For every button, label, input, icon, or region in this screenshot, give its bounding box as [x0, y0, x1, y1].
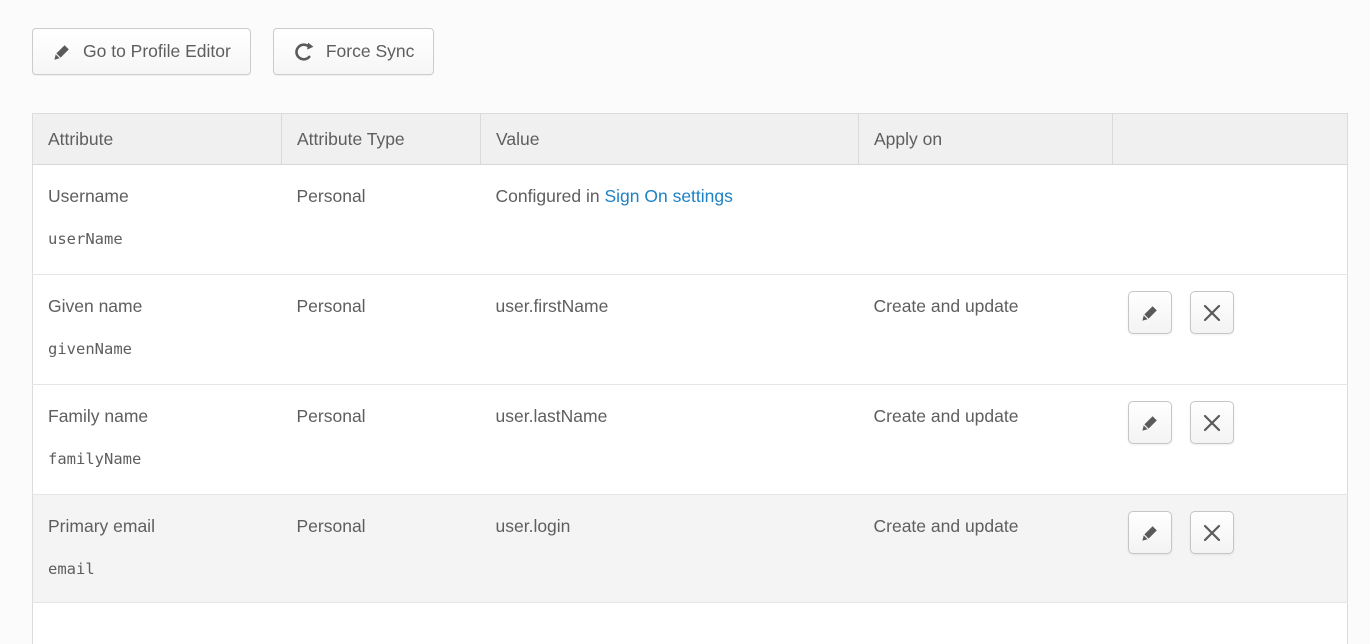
pencil-icon: [1140, 303, 1160, 323]
edit-mapping-button[interactable]: [1128, 511, 1172, 554]
attribute-variable-name: givenName: [48, 340, 267, 358]
table-row-username: Username userName Personal Configured in…: [33, 165, 1348, 275]
edit-mapping-button[interactable]: [1128, 401, 1172, 444]
column-header-actions: [1113, 114, 1348, 165]
close-icon: [1202, 523, 1222, 543]
table-row-family-name: Family name familyName Personal user.las…: [33, 385, 1348, 495]
attribute-variable-name: userName: [48, 230, 267, 248]
attribute-variable-name: email: [48, 560, 267, 578]
column-header-attribute-type: Attribute Type: [282, 114, 481, 165]
attribute-mappings-page: Go to Profile Editor Force Sync Attribut…: [0, 0, 1370, 644]
value-text: user.lastName: [496, 406, 608, 426]
attribute-label: Family name: [48, 406, 148, 426]
pencil-icon: [1140, 523, 1160, 543]
table-header: Attribute Attribute Type Value Apply on: [33, 114, 1348, 165]
attribute-mappings-table-container: Attribute Attribute Type Value Apply on …: [32, 113, 1347, 644]
value-text: user.firstName: [496, 296, 609, 316]
column-header-value: Value: [481, 114, 859, 165]
table-row-primary-email: Primary email email Personal user.login …: [33, 495, 1348, 603]
table-row-partial: [33, 603, 1348, 644]
attribute-type: Personal: [297, 406, 366, 426]
force-sync-label: Force Sync: [326, 41, 415, 62]
attribute-type: Personal: [297, 516, 366, 536]
attribute-mappings-table: Attribute Attribute Type Value Apply on …: [32, 113, 1348, 644]
force-sync-button[interactable]: Force Sync: [273, 28, 435, 75]
table-row-given-name: Given name givenName Personal user.first…: [33, 275, 1348, 385]
attribute-type: Personal: [297, 186, 366, 206]
apply-on-value: Create and update: [874, 296, 1019, 316]
delete-mapping-button[interactable]: [1190, 511, 1234, 554]
value-text: user.login: [496, 516, 571, 536]
attribute-label: Given name: [48, 296, 142, 316]
pencil-icon: [1140, 413, 1160, 433]
go-to-profile-editor-button[interactable]: Go to Profile Editor: [32, 28, 251, 75]
go-to-profile-editor-label: Go to Profile Editor: [83, 41, 231, 62]
close-icon: [1202, 413, 1222, 433]
pencil-icon: [52, 42, 72, 62]
attribute-label: Username: [48, 186, 129, 206]
apply-on-value: Create and update: [874, 406, 1019, 426]
value-text: Configured in: [496, 186, 605, 206]
sign-on-settings-link[interactable]: Sign On settings: [604, 186, 732, 206]
refresh-icon: [293, 41, 315, 63]
apply-on-value: Create and update: [874, 516, 1019, 536]
edit-mapping-button[interactable]: [1128, 291, 1172, 334]
attribute-variable-name: familyName: [48, 450, 267, 468]
delete-mapping-button[interactable]: [1190, 401, 1234, 444]
attribute-type: Personal: [297, 296, 366, 316]
close-icon: [1202, 303, 1222, 323]
delete-mapping-button[interactable]: [1190, 291, 1234, 334]
attribute-label: Primary email: [48, 516, 155, 536]
toolbar: Go to Profile Editor Force Sync: [32, 28, 434, 75]
column-header-apply-on: Apply on: [859, 114, 1113, 165]
column-header-attribute: Attribute: [33, 114, 282, 165]
